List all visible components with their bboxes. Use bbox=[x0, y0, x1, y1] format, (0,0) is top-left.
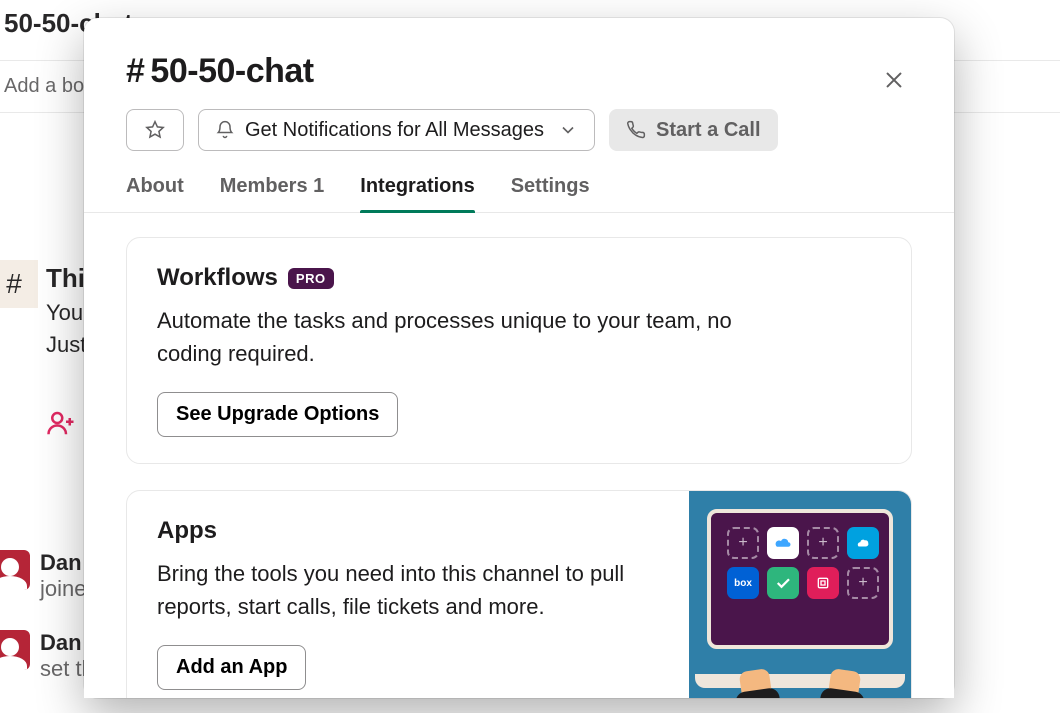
app-tile-plus-icon: + bbox=[847, 567, 879, 599]
modal-title: #50-50-chat bbox=[126, 52, 912, 91]
hand-illustration bbox=[820, 667, 867, 698]
workflows-title: Workflows bbox=[157, 264, 278, 292]
app-tile-plus-icon: + bbox=[807, 527, 839, 559]
pro-badge: PRO bbox=[288, 268, 334, 289]
star-icon bbox=[145, 120, 165, 140]
app-tile-salesforce-icon bbox=[847, 527, 879, 559]
notifications-label: Get Notifications for All Messages bbox=[245, 119, 544, 142]
apps-description: Bring the tools you need into this chann… bbox=[157, 557, 637, 623]
star-button[interactable] bbox=[126, 109, 184, 151]
bell-icon bbox=[215, 120, 235, 140]
hash-icon: # bbox=[126, 52, 144, 91]
app-tile-box-icon: box bbox=[727, 567, 759, 599]
app-tile-plus-icon: + bbox=[727, 527, 759, 559]
add-an-app-button[interactable]: Add an App bbox=[157, 645, 306, 690]
apps-title: Apps bbox=[157, 517, 217, 545]
app-tile-cloud-icon bbox=[767, 527, 799, 559]
see-upgrade-options-button[interactable]: See Upgrade Options bbox=[157, 392, 398, 437]
modal-action-row: Get Notifications for All Messages Start… bbox=[84, 109, 954, 151]
apps-card: Apps Bring the tools you need into this … bbox=[126, 490, 912, 698]
app-tile-app-icon bbox=[807, 567, 839, 599]
modal-overlay[interactable]: #50-50-chat Get Notifications for All Me… bbox=[0, 0, 1060, 713]
hand-illustration bbox=[734, 667, 781, 698]
app-tile-check-icon bbox=[767, 567, 799, 599]
apps-illustration: + + box bbox=[689, 491, 911, 698]
close-icon bbox=[883, 69, 905, 91]
start-call-button[interactable]: Start a Call bbox=[609, 109, 777, 151]
channel-details-modal: #50-50-chat Get Notifications for All Me… bbox=[84, 18, 954, 698]
tab-about[interactable]: About bbox=[126, 175, 184, 212]
tab-integrations[interactable]: Integrations bbox=[360, 175, 474, 212]
modal-channel-name: 50-50-chat bbox=[150, 52, 313, 91]
call-label: Start a Call bbox=[656, 119, 760, 142]
tab-settings[interactable]: Settings bbox=[511, 175, 590, 212]
workflows-description: Automate the tasks and processes unique … bbox=[157, 304, 797, 370]
phone-icon bbox=[626, 120, 646, 140]
tab-members[interactable]: Members 1 bbox=[220, 175, 325, 212]
chevron-down-icon bbox=[558, 120, 578, 140]
close-button[interactable] bbox=[872, 58, 916, 102]
notifications-button[interactable]: Get Notifications for All Messages bbox=[198, 109, 595, 151]
workflows-card: Workflows PRO Automate the tasks and pro… bbox=[126, 237, 912, 464]
modal-body: Workflows PRO Automate the tasks and pro… bbox=[84, 213, 954, 698]
modal-tabs: About Members 1 Integrations Settings bbox=[84, 175, 954, 213]
